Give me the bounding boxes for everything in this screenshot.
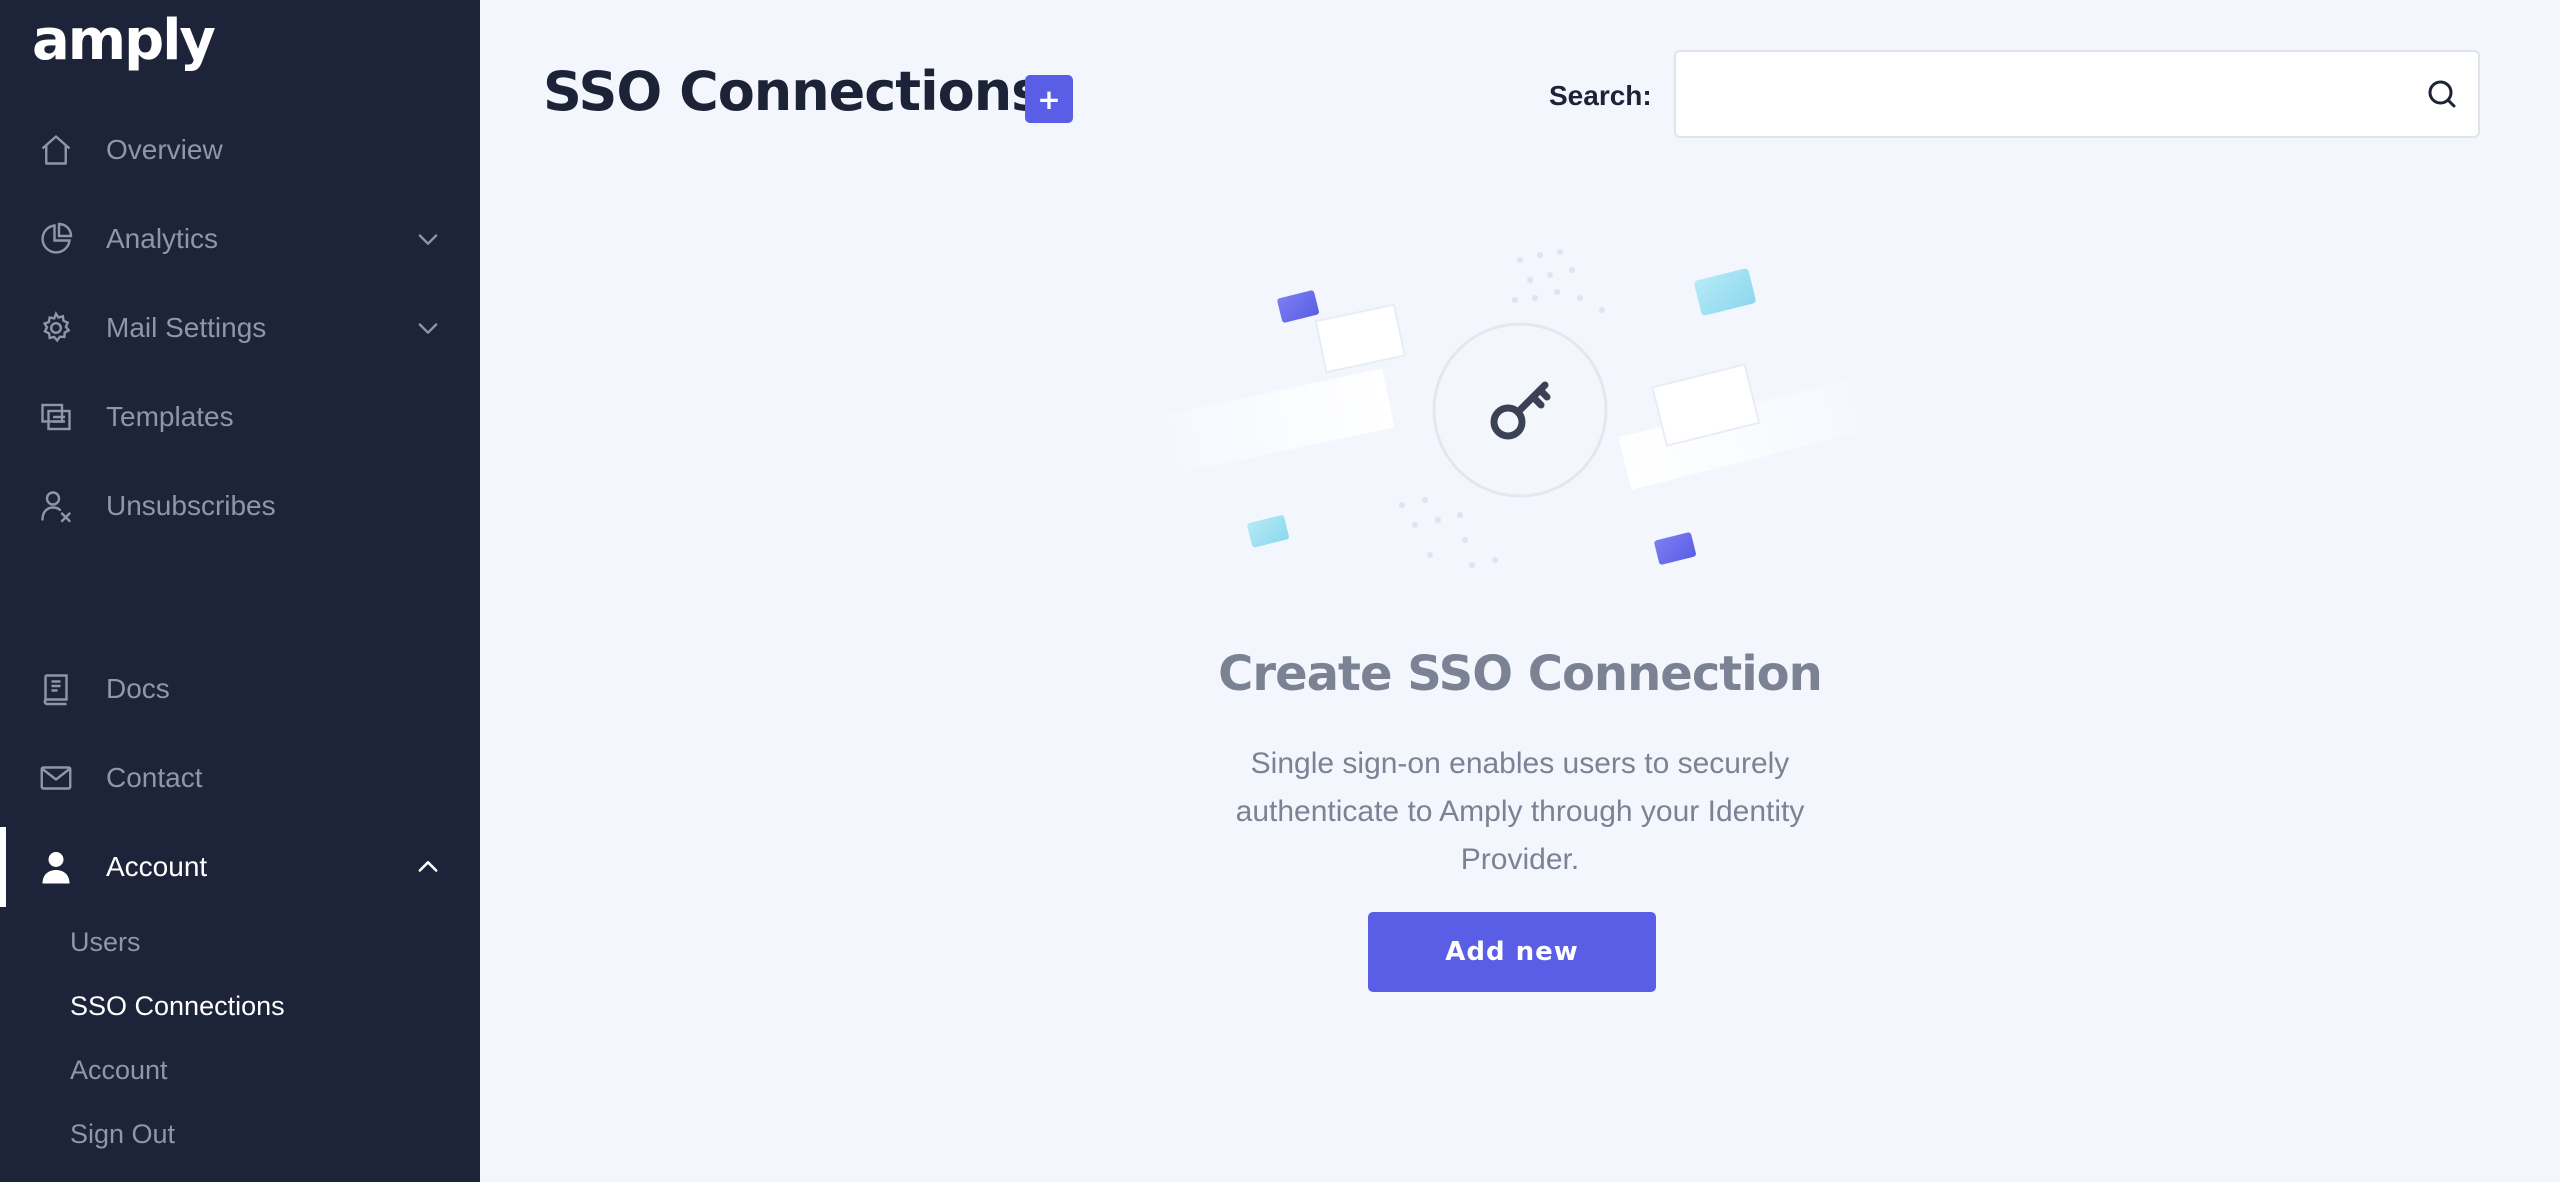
book-icon <box>36 669 76 709</box>
sidebar-item-account[interactable]: Account <box>0 827 480 907</box>
add-new-button[interactable]: Add new <box>1368 912 1656 992</box>
sidebar-subitem-users[interactable]: Users <box>70 927 141 958</box>
sidebar-item-label: Mail Settings <box>106 312 267 343</box>
sidebar-item-label: Unsubscribes <box>106 490 276 521</box>
chevron-down-icon[interactable] <box>412 223 444 255</box>
search-box <box>1674 50 2480 138</box>
chevron-up-icon[interactable] <box>412 851 444 883</box>
empty-state-illustration <box>1120 230 1920 590</box>
gear-icon <box>36 308 76 348</box>
pie-chart-icon <box>36 219 76 259</box>
search-label: Search: <box>1549 80 1652 111</box>
search-icon[interactable] <box>2424 76 2460 112</box>
sidebar-item-contact[interactable]: Contact <box>0 738 480 818</box>
mail-icon <box>36 758 76 798</box>
active-indicator <box>0 827 6 907</box>
sidebar-item-overview[interactable]: Overview <box>0 110 480 190</box>
amply-logo[interactable]: amply <box>32 8 216 73</box>
empty-state-description: Single sign-on enables users to securely… <box>1235 747 1805 876</box>
page-title: SSO Connections <box>543 60 1043 123</box>
user-icon <box>36 847 76 887</box>
sidebar-item-label: Contact <box>106 762 203 793</box>
user-x-icon <box>36 486 76 526</box>
sidebar-item-mail-settings[interactable]: Mail Settings <box>0 288 480 368</box>
sidebar-item-label: Analytics <box>106 223 219 254</box>
sidebar-item-templates[interactable]: Templates <box>0 377 480 457</box>
templates-icon <box>36 397 76 437</box>
chevron-down-icon[interactable] <box>412 312 444 344</box>
sidebar-item-label: Templates <box>106 401 234 432</box>
sidebar: amply Overview Analytics Mail Settings T… <box>0 0 480 1182</box>
sidebar-subitem-sign-out[interactable]: Sign Out <box>70 1119 175 1150</box>
add-connection-button[interactable]: + <box>1025 75 1073 123</box>
sidebar-subitem-account[interactable]: Account <box>70 1055 168 1086</box>
sidebar-subitem-sso-connections[interactable]: SSO Connections <box>70 991 285 1022</box>
sidebar-item-unsubscribes[interactable]: Unsubscribes <box>0 466 480 546</box>
sidebar-item-label: Account <box>106 851 208 882</box>
search-input[interactable] <box>1676 52 2478 136</box>
sidebar-item-label: Overview <box>106 134 223 165</box>
sidebar-item-label: Docs <box>106 673 170 704</box>
sidebar-item-docs[interactable]: Docs <box>0 649 480 729</box>
empty-state-title: Create SSO Connection <box>1218 646 1823 702</box>
home-icon <box>36 130 76 170</box>
sidebar-item-analytics[interactable]: Analytics <box>0 199 480 279</box>
